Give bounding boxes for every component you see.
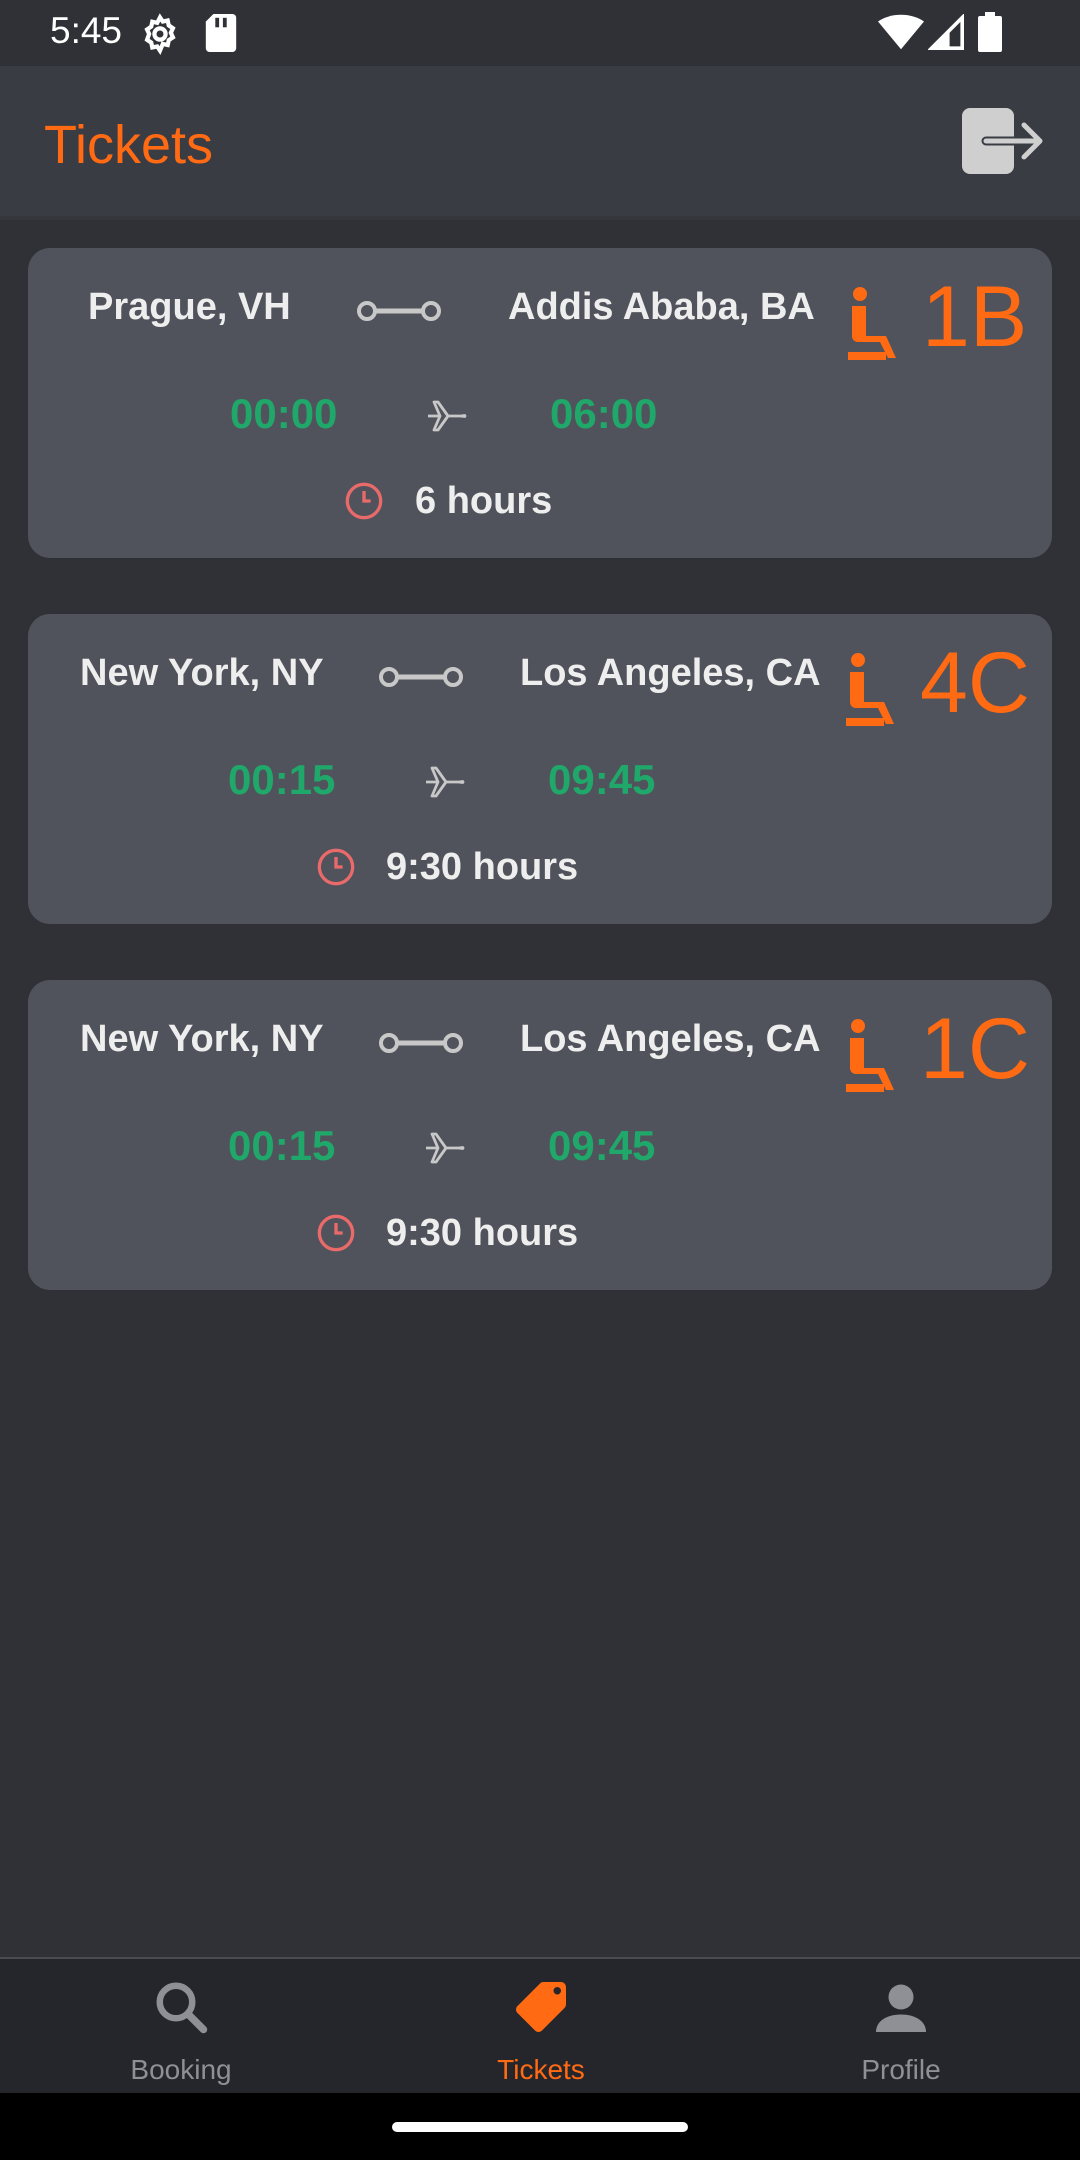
arrival-time: 09:45 <box>548 1122 656 1169</box>
arrival-time: 09:45 <box>548 756 656 803</box>
flight-duration: 9:30 hours <box>386 846 579 888</box>
arrival-city: Los Angeles, CA <box>520 652 821 694</box>
departure-time: 00:00 <box>230 390 338 437</box>
home-indicator[interactable] <box>392 2122 688 2132</box>
departure-city: New York, NY <box>80 652 324 694</box>
arrival-city: Addis Ababa, BA <box>508 286 815 328</box>
seat-icon <box>846 1019 894 1092</box>
arrival-time: 06:00 <box>550 390 658 437</box>
seat-number: 1C <box>920 1001 1030 1097</box>
sd-card-icon <box>205 14 237 52</box>
clock-icon <box>317 1214 355 1252</box>
tag-icon <box>516 1982 566 2032</box>
seat-number: 1B <box>922 269 1028 365</box>
departure-city: Prague, VH <box>88 286 291 328</box>
departure-time: 00:15 <box>228 756 336 803</box>
ticket-card[interactable]: Prague, VH Addis Ababa, BA 00:00 06:00 6… <box>28 248 1052 558</box>
app-bar: Tickets <box>0 66 1080 220</box>
airplane-icon <box>426 1132 465 1164</box>
arrival-city: Los Angeles, CA <box>520 1018 821 1060</box>
cell-signal-icon <box>928 14 964 50</box>
seat-number: 4C <box>920 635 1030 731</box>
ticket-card[interactable]: New York, NY Los Angeles, CA 00:15 09:45… <box>28 980 1052 1290</box>
route-icon <box>379 1033 463 1053</box>
ticket-card[interactable]: New York, NY Los Angeles, CA 00:15 09:45… <box>28 614 1052 924</box>
flight-duration: 6 hours <box>415 480 553 522</box>
wifi-icon <box>878 14 924 50</box>
clock-icon <box>345 482 383 520</box>
nav-label-profile: Profile <box>861 2054 941 2085</box>
nav-label-tickets: Tickets <box>497 2054 585 2085</box>
nav-item-tickets[interactable]: Tickets <box>441 1959 641 2095</box>
route-icon <box>357 301 441 321</box>
nav-item-booking[interactable]: Booking <box>81 1959 281 2095</box>
battery-icon <box>978 12 1002 52</box>
seat-icon <box>848 287 896 360</box>
search-icon <box>156 1982 208 2034</box>
seat-icon <box>846 653 894 726</box>
person-icon <box>876 1984 926 2032</box>
clock-icon <box>317 848 355 886</box>
airplane-icon <box>428 400 467 432</box>
nav-item-profile[interactable]: Profile <box>801 1959 1001 2095</box>
airplane-icon <box>426 766 465 798</box>
status-bar: 5:45 <box>0 0 1080 66</box>
departure-city: New York, NY <box>80 1018 324 1060</box>
bottom-nav: Booking Tickets Profile <box>0 1957 1080 2093</box>
logout-button[interactable] <box>960 106 1046 176</box>
flight-duration: 9:30 hours <box>386 1212 579 1254</box>
page-title: Tickets <box>44 115 214 175</box>
route-icon <box>379 667 463 687</box>
nav-label-booking: Booking <box>130 2054 232 2085</box>
settings-gear-icon <box>144 13 176 55</box>
status-time: 5:45 <box>50 10 123 51</box>
departure-time: 00:15 <box>228 1122 336 1169</box>
